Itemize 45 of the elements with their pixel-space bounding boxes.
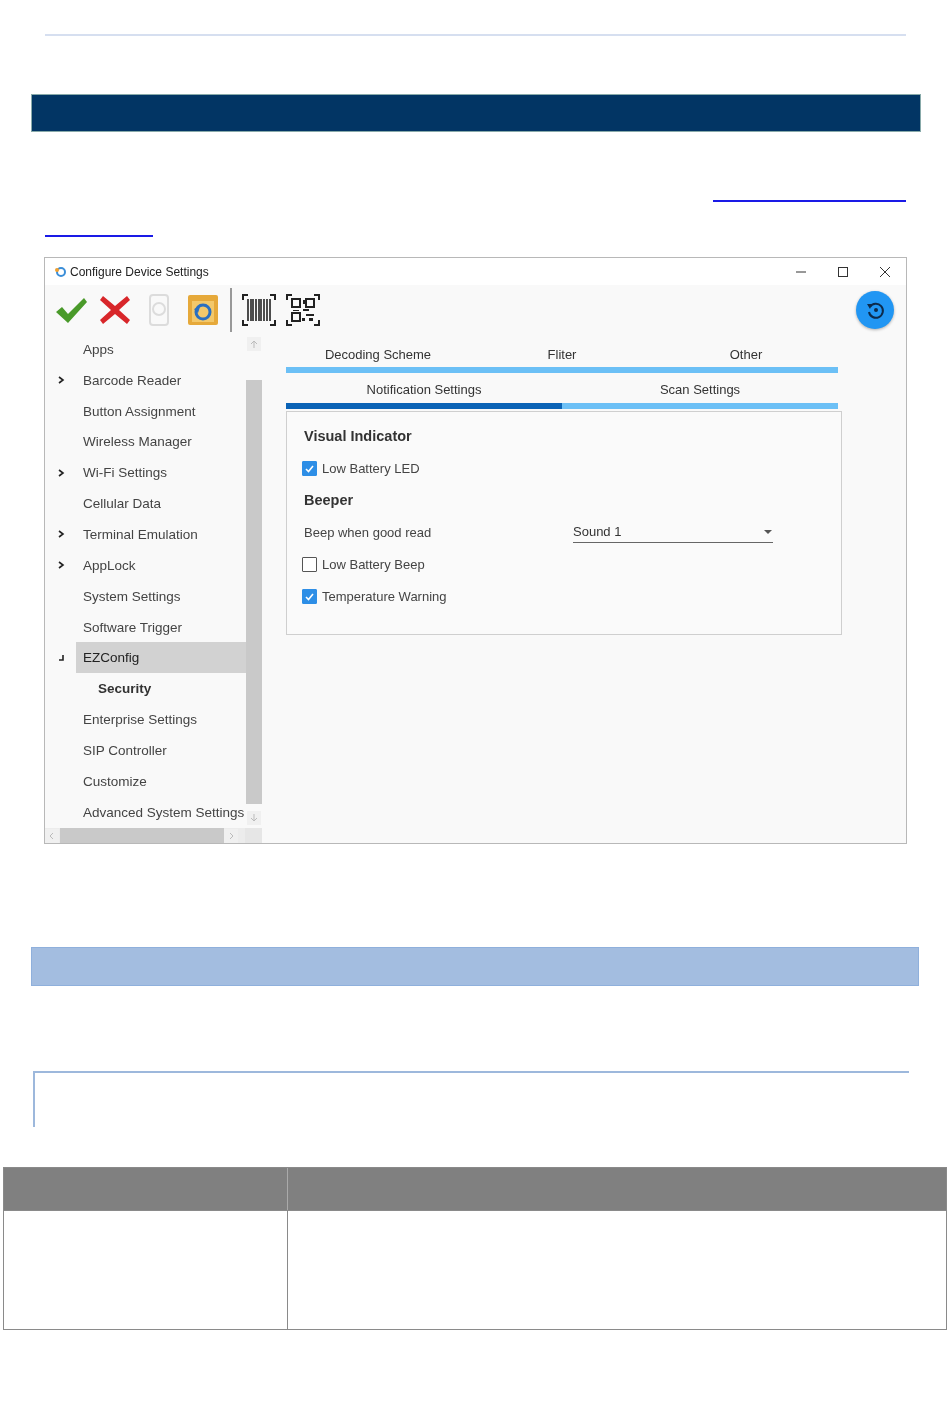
checkbox[interactable]: Temperature Warning [302,588,447,604]
tab[interactable]: Other [654,334,838,373]
section-heading: Visual Indicator [304,428,412,444]
collapse-icon[interactable] [56,652,65,663]
sidebar-item[interactable]: Terminal Emulation [76,519,246,550]
sidebar-item[interactable]: Cellular Data [76,488,246,520]
qr-code-icon[interactable] [285,291,321,328]
sidebar-item[interactable]: Customize [76,765,246,797]
chevron-icon[interactable] [56,560,65,571]
tab[interactable]: Notification Settings [286,373,562,409]
barcode-icon[interactable] [241,291,277,328]
reset-button[interactable] [856,290,894,329]
sidebar-item[interactable]: EZConfig [76,642,246,674]
chevron-icon[interactable] [56,467,65,478]
sidebar-item[interactable]: Enterprise Settings [76,704,246,735]
sound-dropdown[interactable]: Sound 1 [573,521,773,543]
field-label: Beep when good read [304,524,433,540]
sidebar-item[interactable]: Button Assignment [76,395,246,427]
checkbox[interactable]: Low Battery Beep [302,556,425,572]
sidebar-item[interactable]: Advanced System Settings [76,796,246,828]
scrollbar-thumb[interactable] [60,828,224,843]
sidebar-item[interactable]: Wi-Fi Settings [76,457,246,489]
chevron-icon[interactable] [56,375,65,386]
arrow-up-icon [250,340,258,348]
sidebar-item[interactable]: System Settings [76,580,246,612]
chevron-right-icon [227,831,235,840]
tab[interactable]: Scan Settings [562,373,838,409]
sidebar-item[interactable]: SIP Controller [76,734,246,766]
sidebar-item[interactable]: Security [76,673,246,705]
caret-icon [763,528,773,535]
chevron-icon[interactable] [56,529,65,540]
sidebar-item[interactable]: Software Trigger [76,611,246,643]
sidebar-item[interactable]: Wireless Manager [76,426,246,458]
scrollbar-thumb[interactable] [246,380,262,804]
checkbox[interactable]: Low Battery LED [302,460,420,476]
tab[interactable]: Fliter [470,334,654,373]
section-heading: Beeper [304,492,354,508]
sidebar-item[interactable]: Barcode Reader [76,364,246,396]
sidebar-item[interactable]: AppLock [76,549,246,581]
sidebar-item[interactable]: Apps [76,334,246,365]
tab[interactable]: Decoding Scheme [286,334,470,373]
chevron-left-icon [48,831,56,840]
arrow-down-icon [250,814,258,822]
window-title: Configure Device Settings [70,264,210,279]
app-icon [54,265,66,278]
